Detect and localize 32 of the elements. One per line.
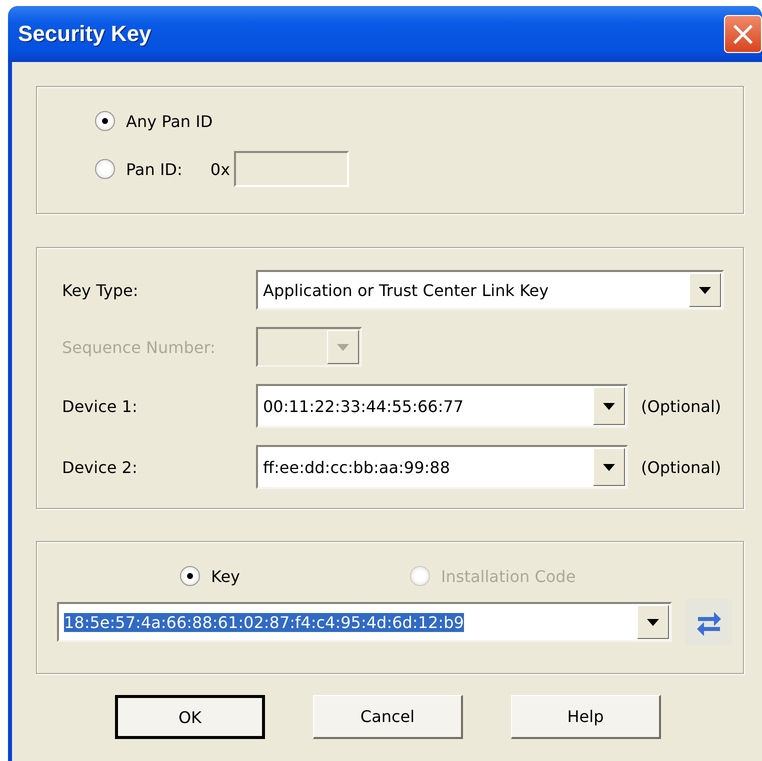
caret-icon: [337, 344, 349, 350]
window-title: Security Key: [18, 21, 152, 47]
field-label: Device 2:: [62, 458, 138, 476]
dropdown-button[interactable]: [593, 448, 625, 486]
field-label: Device 1:: [62, 396, 138, 416]
caret-icon: [699, 286, 711, 294]
field-label: Key Type:: [62, 280, 140, 300]
radio-button[interactable]: [95, 159, 115, 179]
prefix-label: 0x: [210, 160, 230, 178]
dropdown-field[interactable]: ff:ee:dd:cc:bb:aa:99:88: [256, 445, 628, 489]
swap-icon[interactable]: [685, 599, 732, 645]
dropdown-button[interactable]: [637, 605, 669, 639]
dropdown-field[interactable]: Application or Trust Center Link Key: [256, 270, 724, 310]
caret-icon: [603, 464, 615, 470]
field-label: Sequence Number:: [62, 338, 216, 356]
dialog-button[interactable]: Help: [511, 695, 661, 739]
dropdown-button[interactable]: [689, 273, 721, 307]
dialog-button[interactable]: OK: [115, 695, 265, 739]
radio-button[interactable]: [180, 566, 200, 586]
caret-icon: [603, 402, 615, 410]
dialog-button[interactable]: Cancel: [313, 695, 463, 739]
radio-button[interactable]: [95, 111, 115, 131]
caret-icon: [647, 618, 659, 626]
pan-id-field[interactable]: [234, 151, 350, 187]
key-field[interactable]: 18:5e:57:4a:66:88:61:02:87:f4:c4:95:4d:6d:12:b9: [57, 602, 672, 642]
radio-label[interactable]: Key: [211, 566, 240, 586]
dropdown-button[interactable]: [593, 387, 625, 425]
radio-label[interactable]: Any Pan ID: [126, 112, 213, 130]
optional-note: (Optional): [641, 458, 722, 476]
optional-note: (Optional): [641, 396, 722, 416]
radio-label[interactable]: Pan ID:: [126, 160, 182, 178]
dropdown-field[interactable]: 00:11:22:33:44:55:66:77: [256, 384, 628, 428]
